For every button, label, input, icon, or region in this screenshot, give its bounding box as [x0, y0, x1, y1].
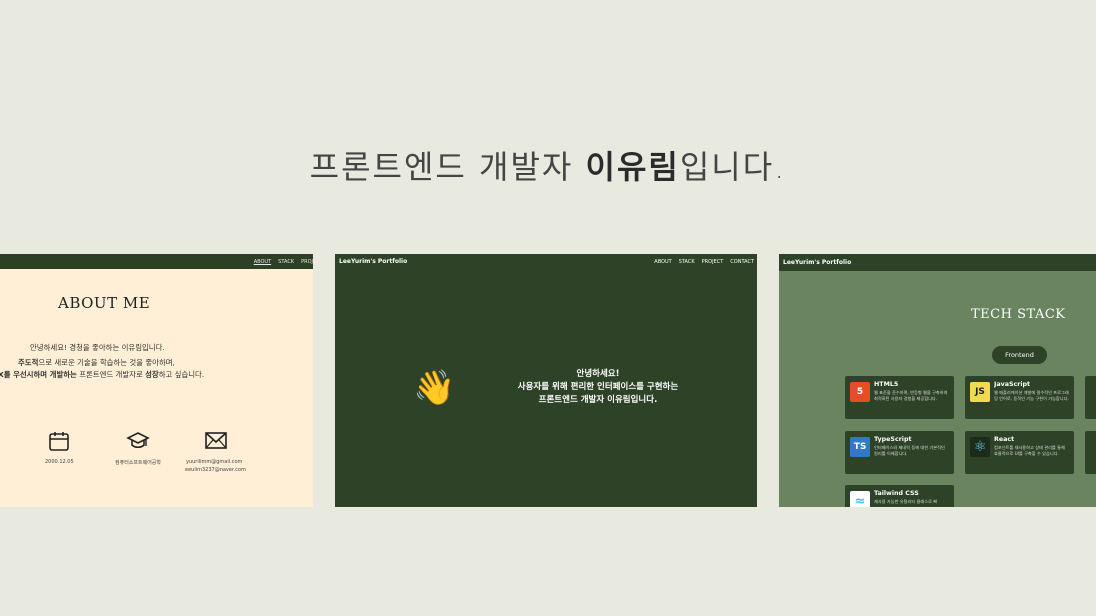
about-line-3: X를 우선시하며 개발하는 프론트엔드 개발자로 성장하고 싶습니다. — [0, 370, 205, 379]
birth-date: 2000.12.05 — [45, 459, 74, 465]
hero-line-1: 안녕하세요! — [576, 369, 620, 379]
stack-desc: 웹 애플리케이션 개발에 필수적인 프로그래밍 언어로, 동적인 기능 구현이 … — [994, 390, 1069, 401]
graduation-cap-icon — [126, 432, 150, 449]
html5-icon: 5 — [850, 382, 870, 402]
stack-desc: 재사용 가능한 유틸리티 클래스로 빠 — [874, 499, 938, 504]
stack-desc: 웹 표준을 준수하며, 반응형 웹을 구축하여 최적화된 사용자 경험을 제공합… — [874, 390, 948, 401]
nav-contact[interactable]: CONTACT — [730, 259, 754, 265]
stack-desc: 컴포넌트를 재사용하고 상태 관리를 통해 효율적으로 UI를 구축할 수 있습… — [994, 445, 1065, 456]
about-line-1: 안녕하세요! 경청을 좋아하는 이유림입니다. — [30, 343, 165, 352]
headline-name: 이유림 — [585, 148, 680, 186]
email-primary[interactable]: yuurilimm@gmail.com — [186, 459, 242, 465]
typescript-icon: TS — [850, 437, 870, 457]
hero-preview-card[interactable]: LeeYurim's Portfolio ABOUT STACK PROJECT… — [335, 254, 757, 507]
about-info-row: 2000.12.05 컴퓨터소프트웨어공학 yuurilimm@gmail.co… — [0, 429, 313, 499]
hero-line-2: 사용자를 위해 편리한 인터페이스를 구현하는 — [517, 382, 679, 392]
stack-card-partial — [1085, 431, 1096, 474]
react-icon: ⚛ — [970, 437, 990, 457]
stack-card-javascript: JS JavaScript 웹 애플리케이션 개발에 필수적인 프로그래밍 언어로… — [965, 376, 1074, 419]
nav-stack[interactable]: STACK — [278, 259, 294, 265]
mail-icon — [205, 432, 227, 449]
stack-nav: LeeYurim's Portfolio — [779, 254, 1096, 271]
about-line-2: 주도적으로 새로운 기술을 학습하는 것을 좋아하며, — [18, 358, 175, 367]
stack-desc: 인터페이스와 제네릭 등에 대한 기본적인 원리를 이해합니다. — [874, 445, 945, 456]
tailwind-icon: ≈ — [850, 491, 870, 507]
stack-preview-card[interactable]: LeeYurim's Portfolio TECH STACK Frontend… — [779, 254, 1096, 507]
headline-prefix: 프론트엔드 개발자 — [309, 148, 586, 186]
brand-logo[interactable]: LeeYurim's Portfolio — [339, 258, 407, 265]
stack-card-tailwind: ≈ Tailwind CSS 재사용 가능한 유틸리티 클래스로 빠 — [845, 485, 954, 507]
hero-line-3: 프론트엔드 개발자 이유림입니다. — [538, 395, 658, 405]
stack-card-html5: 5 HTML5 웹 표준을 준수하며, 반응형 웹을 구축하여 최적화된 사용자 … — [845, 376, 954, 419]
page-headline: 프론트엔드 개발자 이유림입니다. — [0, 142, 1096, 188]
stack-name: HTML5 — [874, 381, 899, 388]
calendar-icon — [49, 432, 69, 451]
stack-name: TypeScript — [874, 436, 912, 443]
nav-project[interactable]: PROJECT — [702, 259, 724, 265]
hero-nav: LeeYurim's Portfolio ABOUT STACK PROJECT… — [335, 254, 757, 269]
stack-card-typescript: TS TypeScript 인터페이스와 제네릭 등에 대한 기본적인 원리를 이… — [845, 431, 954, 474]
nav-project[interactable]: PROJ — [301, 259, 313, 265]
stack-name: React — [994, 436, 1015, 443]
stack-name: Tailwind CSS — [874, 490, 919, 497]
brand-logo[interactable]: LeeYurim's Portfolio — [783, 259, 851, 266]
about-preview-card[interactable]: ABOUT STACK PROJ ABOUT ME 안녕하세요! 경청을 좋아하… — [0, 254, 313, 507]
about-nav: ABOUT STACK PROJ — [0, 254, 313, 269]
nav-about[interactable]: ABOUT — [254, 259, 271, 265]
tab-frontend[interactable]: Frontend — [992, 346, 1047, 364]
stack-card-partial — [1085, 376, 1096, 419]
about-title: ABOUT ME — [58, 294, 151, 312]
email-secondary[interactable]: eeulim3237@naver.com — [185, 467, 246, 473]
nav-stack[interactable]: STACK — [679, 259, 695, 265]
waving-hand-icon: 👋 — [413, 368, 456, 408]
javascript-icon: JS — [970, 382, 990, 402]
headline-suffix: 입니다. — [679, 148, 787, 186]
stack-title: TECH STACK — [971, 307, 1066, 322]
nav-about[interactable]: ABOUT — [654, 259, 671, 265]
stack-card-react: ⚛ React 컴포넌트를 재사용하고 상태 관리를 통해 효율적으로 UI를 구… — [965, 431, 1074, 474]
stack-name: JavaScript — [994, 381, 1030, 388]
hero-text: 안녕하세요! 사용자를 위해 편리한 인터페이스를 구현하는 프론트엔드 개발자… — [495, 368, 701, 407]
school-major: 컴퓨터소프트웨어공학 — [115, 460, 162, 466]
